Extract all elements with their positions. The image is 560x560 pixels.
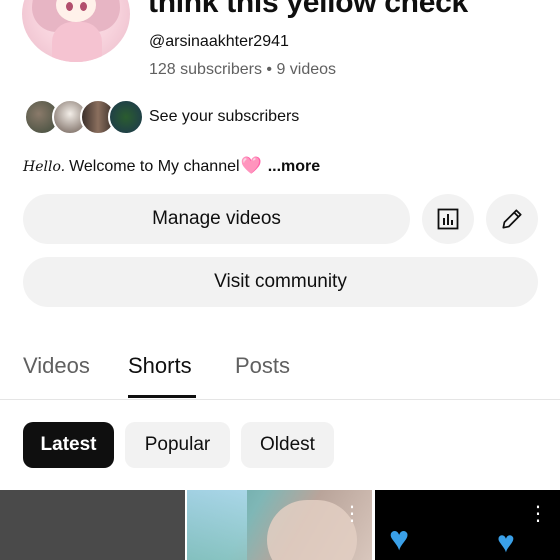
- description-prefix: Hello.: [23, 159, 66, 175]
- filter-popular-chip[interactable]: Popular: [125, 422, 230, 468]
- channel-tabs: Videos Shorts Posts: [0, 345, 560, 400]
- channel-description[interactable]: Hello. Welcome to My channel🩷 ...more: [23, 156, 320, 176]
- see-subscribers-link[interactable]: See your subscribers: [149, 108, 299, 126]
- channel-stats: 128 subscribers • 9 videos: [149, 61, 337, 78]
- more-vert-icon[interactable]: ⋮: [528, 504, 548, 524]
- more-link[interactable]: ...more: [268, 158, 320, 175]
- channel-title: think this yellow check: [148, 0, 468, 19]
- more-vert-icon[interactable]: ⋮: [342, 504, 362, 524]
- channel-avatar[interactable]: [22, 0, 130, 62]
- blue-heart-icon: ♥: [497, 526, 515, 559]
- tab-videos[interactable]: Videos: [23, 353, 90, 379]
- tab-shorts[interactable]: Shorts: [128, 353, 192, 379]
- selected-tab-indicator: [128, 395, 196, 398]
- short-thumbnail[interactable]: [0, 490, 185, 560]
- short-thumbnail[interactable]: ⋮: [187, 490, 372, 560]
- channel-handle: @arsinaakhter2941: [149, 33, 289, 50]
- description-text: Welcome to My channel: [69, 158, 240, 175]
- edit-channel-button[interactable]: [486, 194, 538, 244]
- analytics-button[interactable]: [422, 194, 474, 244]
- subscriber-avatar: [108, 99, 144, 135]
- manage-videos-button[interactable]: Manage videos: [23, 194, 410, 244]
- filter-oldest-chip[interactable]: Oldest: [241, 422, 334, 468]
- tab-posts[interactable]: Posts: [235, 353, 290, 379]
- filter-latest-chip[interactable]: Latest: [23, 422, 114, 468]
- bar-chart-icon: [437, 208, 459, 230]
- subscriber-avatars[interactable]: [24, 99, 144, 135]
- pink-heart-icon: 🩷: [240, 156, 262, 175]
- visit-community-button[interactable]: Visit community: [23, 257, 538, 307]
- pencil-icon: [502, 209, 522, 229]
- short-thumbnail[interactable]: ♥ ♥ ⋮: [375, 490, 560, 560]
- blue-heart-icon: ♥: [389, 520, 410, 558]
